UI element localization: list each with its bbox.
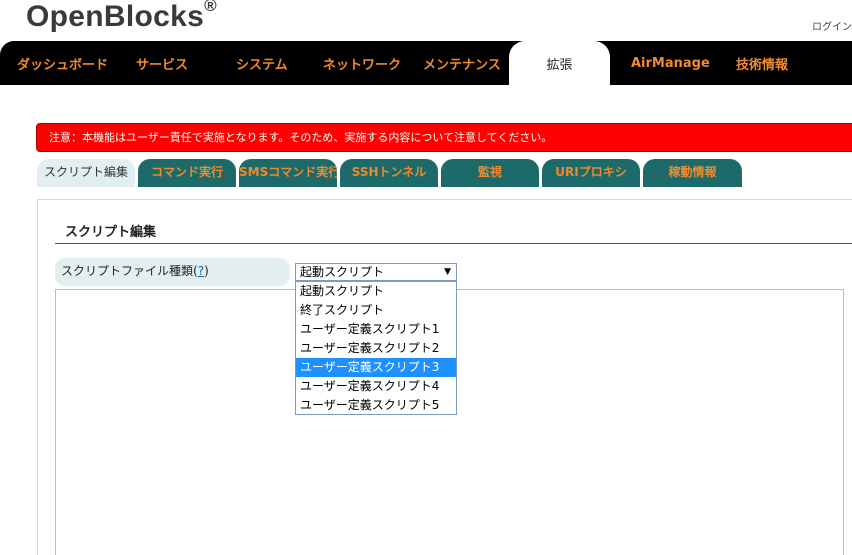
logo-text: OpenBlocks [26,0,205,33]
script-type-dropdown: 起動スクリプト 終了スクリプト ユーザー定義スクリプト1 ユーザー定義スクリプト… [295,281,457,415]
tab-ssh-tunnel[interactable]: SSHトンネル [340,159,438,187]
nav-maintenance[interactable]: メンテナンス [423,41,501,85]
script-type-label: スクリプトファイル種類(?) [55,258,290,286]
nav-service[interactable]: サービス [136,41,188,85]
help-close-paren: ) [204,264,209,278]
option-user-script-2[interactable]: ユーザー定義スクリプト2 [296,339,456,358]
option-shutdown-script[interactable]: 終了スクリプト [296,301,456,320]
option-user-script-3[interactable]: ユーザー定義スクリプト3 [296,358,456,377]
nav-airmanage[interactable]: AirManage [631,41,710,85]
nav-dashboard[interactable]: ダッシュボード [17,41,108,85]
option-user-script-1[interactable]: ユーザー定義スクリプト1 [296,320,456,339]
script-type-select-value: 起動スクリプト [300,265,385,279]
tab-sms-command-exec[interactable]: SMSコマンド実行 [239,159,337,187]
registered-mark: ® [204,0,217,15]
nav-tech-info[interactable]: 技術情報 [736,41,788,85]
nav-system[interactable]: システム [236,41,288,85]
section-divider [55,243,852,244]
login-link[interactable]: ログイン [812,18,852,33]
nav-extension[interactable]: 拡張 [509,41,610,85]
tab-monitor[interactable]: 監視 [441,159,539,187]
tab-uri-proxy[interactable]: URIプロキシ [542,159,640,187]
section-title: スクリプト編集 [65,225,157,240]
tab-command-exec[interactable]: コマンド実行 [138,159,236,187]
script-type-select[interactable]: 起動スクリプト ▼ [295,263,457,281]
script-type-label-text: スクリプトファイル種類 [61,264,194,278]
option-user-script-5[interactable]: ユーザー定義スクリプト5 [296,396,456,415]
main-navbar: ダッシュボード サービス システム ネットワーク メンテナンス 拡張 AirMa… [0,41,852,85]
nav-network[interactable]: ネットワーク [323,41,401,85]
option-user-script-4[interactable]: ユーザー定義スクリプト4 [296,377,456,396]
warning-banner: 注意：本機能はユーザー責任で実施となります。そのため、実施する内容について注意し… [36,123,852,152]
openblocks-logo: OpenBlocks® [26,0,217,34]
option-startup-script[interactable]: 起動スクリプト [296,282,456,301]
tab-script-edit[interactable]: スクリプト編集 [37,159,135,187]
tab-operation-info[interactable]: 稼動情報 [643,159,742,187]
dropdown-arrow-icon: ▼ [444,267,451,277]
